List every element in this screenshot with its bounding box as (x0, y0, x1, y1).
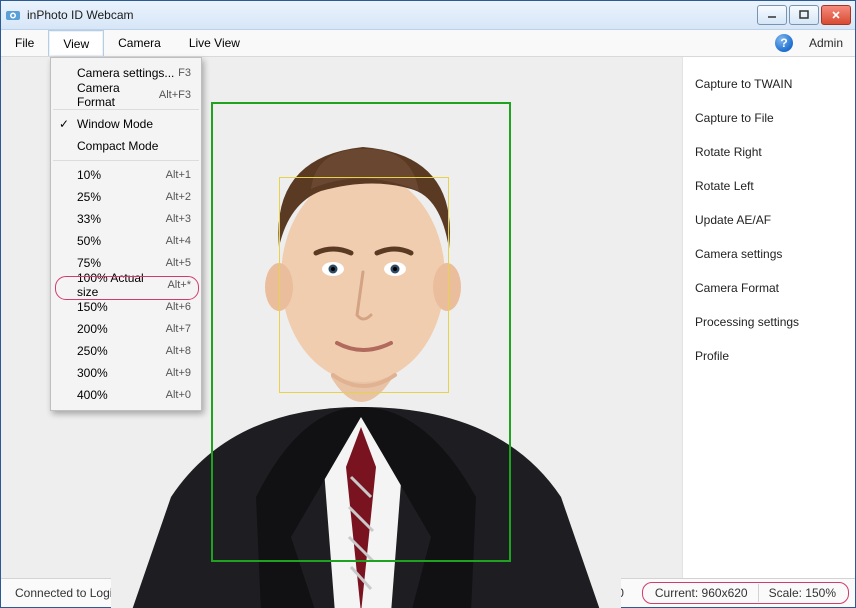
side-panel: Capture to TWAIN Capture to File Rotate … (682, 57, 855, 578)
menu-live-view[interactable]: Live View (175, 30, 254, 56)
side-profile[interactable]: Profile (695, 349, 843, 363)
maximize-button[interactable] (789, 5, 819, 25)
status-highlight-group: Current: 960x620 Scale: 150% (642, 582, 849, 604)
content-area: Camera settings... F3 Camera Format Alt+… (1, 57, 855, 578)
dd-zoom-400[interactable]: 400% Alt+0 (51, 384, 201, 406)
dd-label: 33% (77, 212, 101, 226)
status-scale: Scale: 150% (759, 584, 846, 602)
face-frame (279, 177, 449, 393)
dd-label: 250% (77, 344, 108, 358)
dd-label: 75% (77, 256, 101, 270)
dd-zoom-25[interactable]: 25% Alt+2 (51, 186, 201, 208)
dd-label: Window Mode (77, 117, 153, 131)
help-icon[interactable]: ? (775, 34, 793, 52)
dd-shortcut: Alt+8 (166, 345, 191, 357)
dd-window-mode[interactable]: Window Mode (51, 113, 201, 135)
side-camera-format[interactable]: Camera Format (695, 281, 843, 295)
dd-label: 150% (77, 300, 108, 314)
side-camera-settings[interactable]: Camera settings (695, 247, 843, 261)
dd-label: 400% (77, 388, 108, 402)
side-capture-twain[interactable]: Capture to TWAIN (695, 77, 843, 91)
view-dropdown: Camera settings... F3 Camera Format Alt+… (50, 57, 202, 411)
close-button[interactable] (821, 5, 851, 25)
menubar: File View Camera Live View ? Admin (1, 30, 855, 57)
live-preview: Camera settings... F3 Camera Format Alt+… (1, 57, 682, 578)
dd-shortcut: F3 (178, 67, 191, 79)
admin-link[interactable]: Admin (809, 36, 843, 50)
dd-zoom-33[interactable]: 33% Alt+3 (51, 208, 201, 230)
dd-zoom-150[interactable]: 150% Alt+6 (51, 296, 201, 318)
status-current: Current: 960x620 (645, 584, 759, 602)
menu-view[interactable]: View (48, 30, 104, 56)
dd-label: 50% (77, 234, 101, 248)
menu-camera[interactable]: Camera (104, 30, 175, 56)
dd-zoom-200[interactable]: 200% Alt+7 (51, 318, 201, 340)
side-capture-file[interactable]: Capture to File (695, 111, 843, 125)
app-icon (5, 7, 21, 23)
dd-zoom-300[interactable]: 300% Alt+9 (51, 362, 201, 384)
dd-label: 25% (77, 190, 101, 204)
dd-camera-format[interactable]: Camera Format Alt+F3 (51, 84, 201, 106)
dd-shortcut: Alt+0 (166, 389, 191, 401)
window-title: inPhoto ID Webcam (27, 8, 134, 22)
dd-label: 10% (77, 168, 101, 182)
side-processing-settings[interactable]: Processing settings (695, 315, 843, 329)
minimize-button[interactable] (757, 5, 787, 25)
dd-label: 300% (77, 366, 108, 380)
dd-shortcut: Alt+1 (166, 169, 191, 181)
menu-file[interactable]: File (1, 30, 48, 56)
dd-compact-mode[interactable]: Compact Mode (51, 135, 201, 157)
titlebar: inPhoto ID Webcam (1, 1, 855, 30)
dd-shortcut: Alt+4 (166, 235, 191, 247)
app-window: inPhoto ID Webcam File View Camera Live … (0, 0, 856, 608)
window-controls (757, 5, 851, 25)
dd-shortcut: Alt+2 (166, 191, 191, 203)
dd-label: Compact Mode (77, 139, 158, 153)
dd-shortcut: Alt+7 (166, 323, 191, 335)
dd-shortcut: Alt+3 (166, 213, 191, 225)
dd-label: Camera Format (77, 81, 159, 109)
side-rotate-left[interactable]: Rotate Left (695, 179, 843, 193)
dd-shortcut: Alt+6 (166, 301, 191, 313)
dd-shortcut: Alt+9 (166, 367, 191, 379)
dd-label: 100% Actual size (77, 271, 167, 299)
dd-shortcut: Alt+5 (166, 257, 191, 269)
dd-separator (53, 109, 199, 110)
dd-label: Camera settings... (77, 66, 174, 80)
dd-zoom-50[interactable]: 50% Alt+4 (51, 230, 201, 252)
dd-zoom-250[interactable]: 250% Alt+8 (51, 340, 201, 362)
side-rotate-right[interactable]: Rotate Right (695, 145, 843, 159)
side-update-aeaf[interactable]: Update AE/AF (695, 213, 843, 227)
dd-shortcut: Alt+F3 (159, 89, 191, 101)
dd-zoom-10[interactable]: 10% Alt+1 (51, 164, 201, 186)
dd-zoom-100[interactable]: 100% Actual size Alt+* (51, 274, 201, 296)
dd-label: 200% (77, 322, 108, 336)
dd-shortcut: Alt+* (167, 279, 191, 291)
dd-separator (53, 160, 199, 161)
